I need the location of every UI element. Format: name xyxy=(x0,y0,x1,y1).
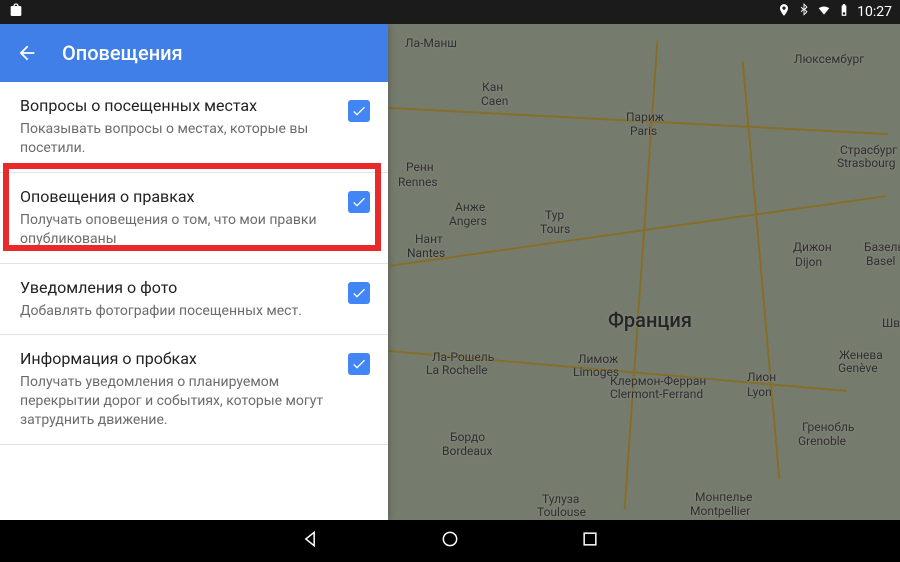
row-title: Вопросы о посещенных местах xyxy=(20,96,336,116)
android-navbar xyxy=(0,520,900,562)
row-subtitle: Получать уведомления о планируемом перек… xyxy=(20,373,336,430)
settings-panel: Оповещения Вопросы о посещенных местах По… xyxy=(0,24,388,520)
checkbox[interactable] xyxy=(348,100,370,122)
row-subtitle: Получать оповещения о том, что мои правк… xyxy=(20,211,336,249)
status-time: 10:27 xyxy=(857,4,892,20)
root: Ла-МаншКанCaenПарижParisРеннRennesАнжеAn… xyxy=(0,0,900,562)
shopping-icon xyxy=(8,2,24,22)
settings-list: Вопросы о посещенных местах Показывать во… xyxy=(0,82,388,445)
checkbox[interactable] xyxy=(348,353,370,375)
checkbox[interactable] xyxy=(348,191,370,213)
status-bar: 10:27 xyxy=(0,0,900,24)
panel-title: Оповещения xyxy=(62,41,183,65)
settings-row[interactable]: Уведомления о фото Добавлять фотографии п… xyxy=(0,264,388,336)
nav-back-icon[interactable] xyxy=(300,529,320,553)
bluetooth-icon xyxy=(797,3,811,21)
nav-home-icon[interactable] xyxy=(440,529,460,553)
row-subtitle: Показывать вопросы о местах, которые вы … xyxy=(20,120,336,158)
settings-row[interactable]: Вопросы о посещенных местах Показывать во… xyxy=(0,82,388,173)
nav-recent-icon[interactable] xyxy=(580,529,600,553)
row-subtitle: Добавлять фотографии посещенных мест. xyxy=(20,302,336,321)
row-title: Уведомления о фото xyxy=(20,278,336,298)
battery-icon xyxy=(837,3,851,21)
settings-row[interactable]: Оповещения о правках Получать оповещения … xyxy=(0,173,388,264)
back-arrow-icon[interactable] xyxy=(16,42,38,64)
panel-header: Оповещения xyxy=(0,24,388,82)
row-title: Оповещения о правках xyxy=(20,187,336,207)
location-icon xyxy=(777,3,791,21)
checkbox[interactable] xyxy=(348,282,370,304)
wifi-icon xyxy=(817,3,831,21)
row-title: Информация о пробках xyxy=(20,349,336,369)
settings-row[interactable]: Информация о пробках Получать уведомления… xyxy=(0,335,388,445)
